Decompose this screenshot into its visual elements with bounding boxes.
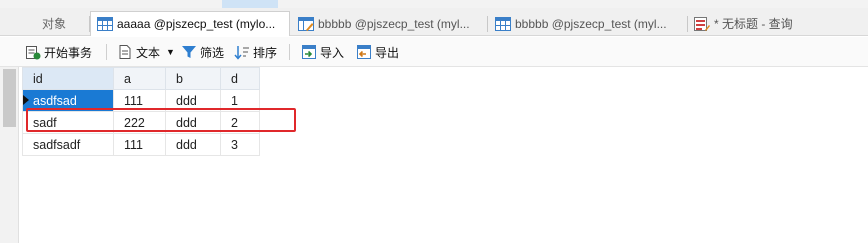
row-gutter — [0, 67, 19, 243]
vertical-scrollbar[interactable] — [3, 69, 16, 127]
toolbar-divider — [289, 44, 290, 60]
table-icon — [97, 17, 113, 31]
column-header-a[interactable]: a — [113, 67, 166, 90]
header-row: id a b d — [22, 67, 260, 90]
table-cell[interactable]: 1 — [220, 89, 260, 112]
filter-button[interactable]: 筛选 — [181, 43, 224, 61]
column-header-id[interactable]: id — [22, 67, 114, 90]
table-cell[interactable]: 2 — [220, 111, 260, 134]
transaction-icon — [26, 46, 41, 60]
import-button[interactable]: 导入 — [301, 43, 344, 61]
table-design-icon — [298, 16, 314, 31]
text-view-label: 文本 — [136, 45, 161, 60]
column-header-d[interactable]: d — [220, 67, 260, 90]
tab-label: aaaaa @pjszecp_test (mylo... — [117, 17, 276, 31]
current-row-indicator-icon — [23, 95, 29, 105]
document-icon — [119, 45, 131, 59]
toolbar: 开始事务 文本 ▼ 筛选 排序 导入 导出 — [0, 37, 868, 67]
table-cell[interactable]: sadf — [22, 111, 114, 134]
filter-label: 筛选 — [200, 45, 225, 60]
tab-divider — [487, 16, 488, 32]
table-cell[interactable]: ddd — [165, 89, 221, 112]
filter-icon — [182, 46, 196, 58]
text-view-button[interactable]: 文本 ▼ — [117, 43, 175, 61]
query-icon — [694, 16, 710, 31]
column-header-b[interactable]: b — [165, 67, 221, 90]
table-cell[interactable]: sadfsadf — [22, 133, 114, 156]
sort-label: 排序 — [253, 45, 278, 60]
table-row[interactable]: asdfsad 111 ddd 1 — [22, 89, 260, 112]
menu-strip-cropped — [0, 0, 868, 8]
table-cell[interactable]: 3 — [220, 133, 260, 156]
tab-table-bbbbb-2[interactable]: bbbbb @pjszecp_test (myl... — [489, 11, 685, 36]
tab-label: * 无标题 - 查询 — [714, 17, 793, 31]
begin-transaction-label: 开始事务 — [44, 45, 93, 60]
begin-transaction-button[interactable]: 开始事务 — [25, 43, 92, 61]
sort-icon — [234, 46, 249, 60]
import-label: 导入 — [320, 45, 345, 60]
tab-table-bbbbb-1[interactable]: bbbbb @pjszecp_test (myl... — [292, 11, 484, 36]
tab-objects[interactable]: 对象 — [20, 11, 88, 36]
table-row[interactable]: sadfsadf 111 ddd 3 — [22, 133, 260, 156]
sort-button[interactable]: 排序 — [234, 43, 277, 61]
chevron-down-icon[interactable]: ▼ — [166, 47, 175, 57]
tab-bar: 对象 aaaaa @pjszecp_test (mylo... bbbbb @p… — [0, 8, 868, 36]
data-grid: id a b d asdfsad 111 ddd 1 sadf 222 ddd … — [22, 67, 260, 156]
table-cell[interactable]: 222 — [113, 111, 166, 134]
table-cell[interactable]: 111 — [113, 89, 166, 112]
table-row[interactable]: sadf 222 ddd 2 — [22, 111, 260, 134]
menu-item-highlight — [222, 0, 278, 8]
table-cell[interactable]: ddd — [165, 111, 221, 134]
import-icon — [302, 45, 316, 59]
tab-objects-label: 对象 — [41, 17, 66, 31]
table-cell[interactable]: ddd — [165, 133, 221, 156]
tab-label: bbbbb @pjszecp_test (myl... — [318, 16, 470, 31]
tab-untitled-query[interactable]: * 无标题 - 查询 — [688, 11, 828, 36]
export-button[interactable]: 导出 — [356, 43, 399, 61]
export-label: 导出 — [375, 45, 400, 60]
tab-label: bbbbb @pjszecp_test (myl... — [515, 16, 667, 31]
table-cell[interactable]: asdfsad — [22, 89, 114, 112]
table-cell[interactable]: 111 — [113, 133, 166, 156]
export-icon — [357, 45, 371, 59]
table-icon — [495, 16, 511, 31]
toolbar-divider — [106, 44, 107, 60]
tab-table-aaaaa[interactable]: aaaaa @pjszecp_test (mylo... — [90, 11, 290, 36]
